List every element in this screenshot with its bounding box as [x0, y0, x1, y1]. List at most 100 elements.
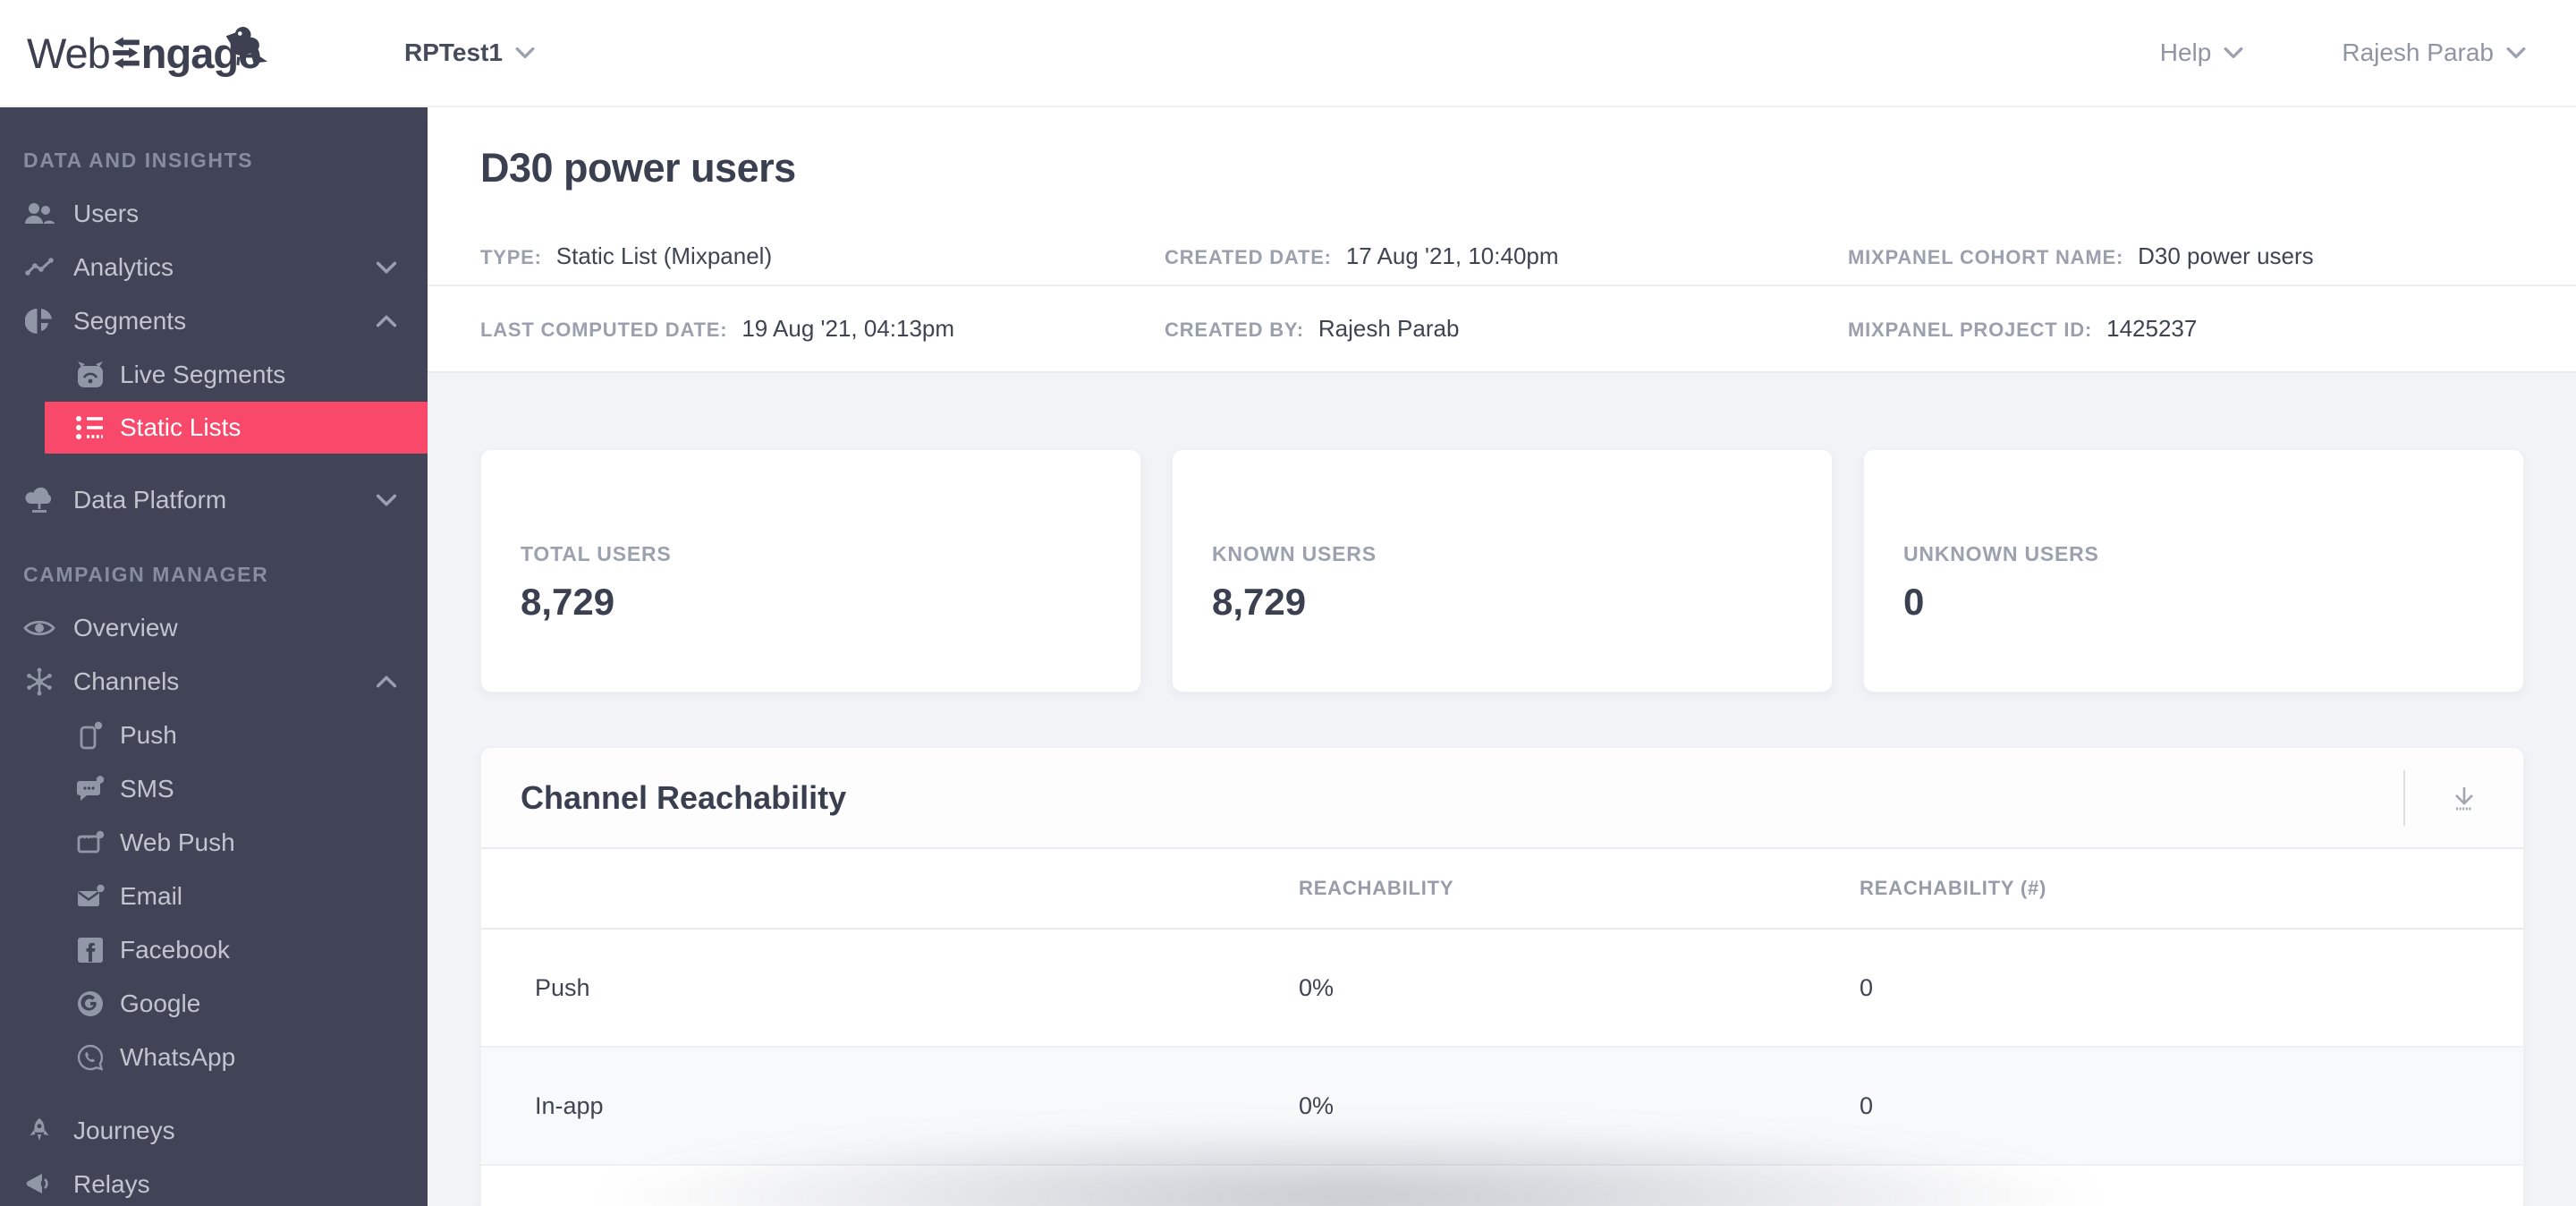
sidebar-item-users[interactable]: Users [0, 187, 428, 241]
panel-title: Channel Reachability [521, 778, 847, 816]
table-header-row: REACHABILITY REACHABILITY (#) [481, 849, 2523, 930]
table-row-push: Push 0% 0 [481, 930, 2523, 1048]
meta-label-type: TYPE: [480, 245, 542, 268]
sidebar-nav: DATA AND INSIGHTS Users Analytics Segmen… [0, 107, 428, 1206]
sidebar-item-whatsapp[interactable]: WhatsApp [0, 1031, 428, 1084]
whatsapp-icon [72, 1044, 109, 1071]
top-bar: Web ngage RPTest1 Help Rajesh Parab [0, 0, 2576, 107]
sidebar-item-live-segments[interactable]: Live Segments [0, 348, 428, 402]
stat-value: 8,729 [1212, 580, 1307, 623]
sidebar-item-facebook[interactable]: Facebook [0, 923, 428, 977]
overview-eye-icon [23, 617, 55, 639]
sidebar-item-segments[interactable]: Segments [0, 294, 428, 348]
chevron-up-icon [376, 315, 397, 327]
meta-value-created-date: 17 Aug '21, 10:40pm [1345, 242, 1559, 269]
sidebar-item-label: Live Segments [120, 361, 286, 388]
analytics-icon [23, 258, 55, 277]
sidebar-item-web-push[interactable]: Web Push [0, 816, 428, 870]
google-icon [72, 990, 109, 1017]
stat-label: TOTAL USERS [521, 541, 672, 565]
user-menu[interactable]: Rajesh Parab [2342, 38, 2526, 67]
sidebar-item-label: Journeys [73, 1117, 175, 1144]
sidebar-item-label: Facebook [120, 936, 230, 964]
sidebar-item-email[interactable]: Email [0, 870, 428, 923]
download-icon [2446, 780, 2482, 816]
user-name: Rajesh Parab [2342, 38, 2494, 66]
meta-row-1: TYPE: Static List (Mixpanel) CREATED DAT… [428, 227, 2576, 285]
page-header: D30 power users TYPE: Static List (Mixpa… [428, 107, 2576, 373]
help-label: Help [2159, 38, 2212, 66]
sidebar-item-label: Analytics [73, 253, 174, 281]
sidebar-item-label: Relays [73, 1170, 150, 1198]
meta-label-created-date: CREATED DATE: [1165, 245, 1332, 268]
sidebar-item-channels[interactable]: Channels [0, 655, 428, 709]
meta-label-cohort-name: MIXPANEL COHORT NAME: [1848, 245, 2124, 268]
sidebar-item-sms[interactable]: SMS [0, 762, 428, 816]
logo-e-arrows-icon [112, 37, 140, 69]
segments-icon [23, 307, 55, 335]
chevron-down-icon [2506, 47, 2526, 59]
push-icon [72, 721, 109, 750]
sidebar-item-label: Email [120, 882, 183, 910]
sidebar-item-push[interactable]: Push [0, 709, 428, 762]
cell-channel: In-app [535, 1091, 604, 1119]
cell-reachability-count: 0 [1860, 973, 1874, 1001]
journeys-rocket-icon [23, 1116, 55, 1146]
sms-icon [72, 776, 109, 803]
users-icon [23, 201, 55, 226]
webengage-logo[interactable]: Web ngage [27, 26, 377, 78]
chevron-down-icon [376, 494, 397, 506]
project-switcher[interactable]: RPTest1 [404, 38, 535, 67]
sidebar-item-data-platform[interactable]: Data Platform [0, 473, 428, 527]
sidebar-item-label: WhatsApp [120, 1043, 236, 1071]
cell-reachability-percent: 0% [1299, 973, 1335, 1001]
stat-label: KNOWN USERS [1212, 541, 1377, 565]
email-icon [72, 884, 109, 909]
section-title-campaign-manager: CAMPAIGN MANAGER [23, 563, 269, 586]
meta-value-last-computed: 19 Aug '21, 04:13pm [741, 315, 955, 342]
chevron-down-icon [2224, 47, 2243, 59]
sidebar-item-label: Data Platform [73, 486, 227, 514]
relays-megaphone-icon [23, 1172, 55, 1197]
meta-value-cohort-name: D30 power users [2138, 242, 2314, 269]
help-menu[interactable]: Help [2160, 38, 2244, 67]
project-name: RPTest1 [404, 38, 503, 66]
sidebar-item-label: Google [120, 989, 201, 1017]
live-segments-icon [72, 360, 109, 390]
facebook-icon [72, 937, 109, 964]
table-row-in-app: In-app 0% 0 [481, 1048, 2523, 1166]
sidebar-item-label: Users [73, 200, 140, 227]
download-button[interactable] [2405, 748, 2523, 847]
meta-value-project-id: 1425237 [2106, 315, 2198, 342]
stat-value: 8,729 [521, 580, 615, 623]
table-row-partial [481, 1166, 2523, 1206]
meta-label-project-id: MIXPANEL PROJECT ID: [1848, 318, 2093, 341]
sidebar-item-static-lists[interactable]: Static Lists [45, 402, 428, 454]
logo-text-web: Web [27, 29, 111, 77]
channel-reachability-panel: Channel Reachability REACHABILITY REACHA… [480, 747, 2524, 1206]
stat-cards-row: TOTAL USERS 8,729 KNOWN USERS 8,729 UNKN… [480, 449, 2524, 692]
sidebar-item-google[interactable]: Google [0, 977, 428, 1031]
stat-card-known-users: KNOWN USERS 8,729 [1172, 449, 1833, 692]
meta-row-2: LAST COMPUTED DATE: 19 Aug '21, 04:13pm … [428, 285, 2576, 371]
data-platform-icon [23, 487, 55, 514]
sidebar-item-overview[interactable]: Overview [0, 601, 428, 655]
meta-label-last-computed: LAST COMPUTED DATE: [480, 318, 728, 341]
sidebar-item-relays[interactable]: Relays [0, 1158, 428, 1206]
meta-value-type: Static List (Mixpanel) [555, 242, 773, 269]
stat-value: 0 [1903, 580, 1925, 623]
static-lists-icon [72, 415, 109, 440]
web-push-icon [72, 829, 109, 856]
chevron-up-icon [376, 675, 397, 688]
column-header-reachability-count: REACHABILITY (#) [1860, 877, 2047, 899]
sidebar-item-analytics[interactable]: Analytics [0, 241, 428, 294]
chevron-down-icon [515, 47, 535, 59]
stat-card-unknown-users: UNKNOWN USERS 0 [1863, 449, 2524, 692]
cell-reachability-count: 0 [1860, 1091, 1874, 1119]
sidebar-item-label: Push [120, 721, 177, 749]
page-title: D30 power users [480, 145, 796, 191]
cell-channel: Push [535, 973, 590, 1001]
sidebar-item-label: Web Push [120, 828, 235, 856]
meta-label-created-by: CREATED BY: [1165, 318, 1304, 341]
sidebar-item-journeys[interactable]: Journeys [0, 1104, 428, 1158]
